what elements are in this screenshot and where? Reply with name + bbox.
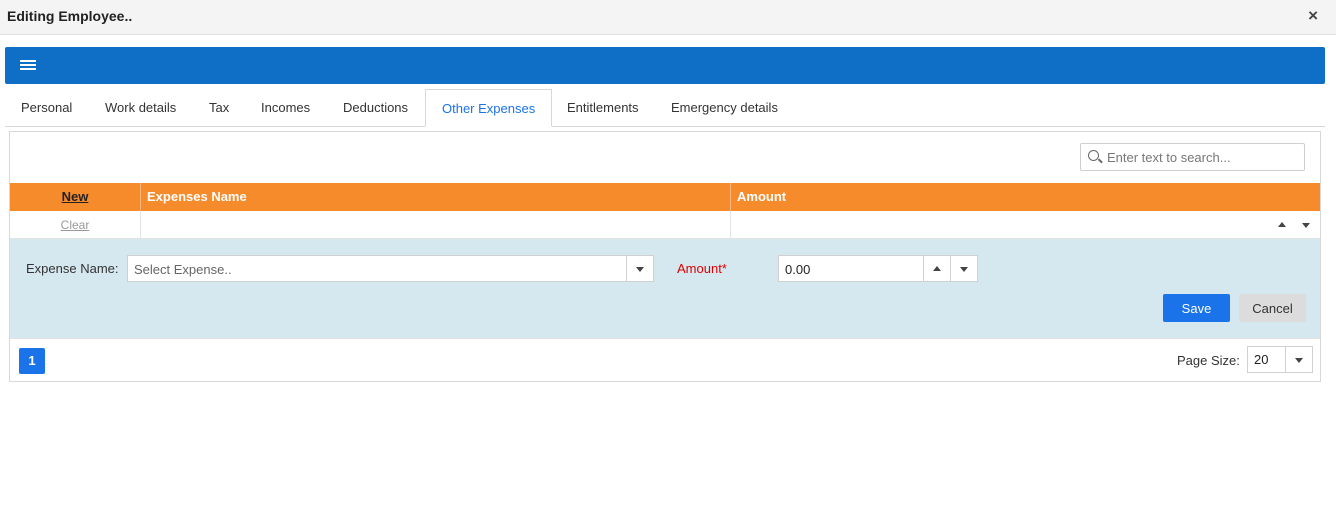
page-size-value: 20 [1254,352,1269,367]
search-input[interactable] [1107,148,1297,166]
search-box[interactable] [1080,143,1305,171]
amount-label: Amount* [677,261,727,276]
page-size-select[interactable]: 20 [1247,346,1313,373]
dialog-title: Editing Employee.. [7,8,133,24]
page-size-label: Page Size: [1177,353,1240,368]
cancel-button[interactable]: Cancel [1239,294,1306,322]
grid-filter-row: Clear [10,211,1320,239]
hamburger-menu-icon[interactable] [20,60,36,72]
edit-form-row: Expense Name: Amount* Save Cancel [10,239,1320,338]
expense-name-combobox[interactable] [127,255,654,282]
amount-input[interactable] [785,260,915,278]
tab-deductions[interactable]: Deductions [327,89,424,127]
tab-other-expenses[interactable]: Other Expenses [425,89,553,127]
chevron-up-icon [933,266,941,271]
expense-name-label: Expense Name: [26,261,119,276]
close-icon[interactable]: × [1308,7,1318,25]
amount-increment-button[interactable] [923,256,950,281]
search-icon [1088,150,1099,161]
new-row-link[interactable]: New [10,183,141,211]
tab-work-details[interactable]: Work details [89,89,192,127]
page-size-dropdown-button[interactable] [1285,347,1312,372]
save-button[interactable]: Save [1163,294,1230,322]
tab-personal[interactable]: Personal [5,89,88,127]
top-toolbar [5,47,1325,84]
grid-header-row: New Expenses Name Amount [10,183,1320,211]
tab-incomes[interactable]: Incomes [245,89,326,127]
column-header-amount[interactable]: Amount [731,183,1320,211]
tab-tax[interactable]: Tax [193,89,245,127]
chevron-down-icon [1295,358,1303,363]
clear-filter-link[interactable]: Clear [10,211,141,239]
tab-strip: Personal Work details Tax Incomes Deduct… [5,89,1325,127]
tab-emergency-details[interactable]: Emergency details [655,89,794,127]
chevron-down-icon [960,267,968,272]
chevron-down-icon [636,267,644,272]
filter-amount-increment-icon[interactable] [1278,222,1286,227]
amount-spin-editor[interactable] [778,255,978,282]
expense-name-input[interactable] [134,260,614,278]
filter-amount-decrement-icon[interactable] [1302,223,1310,228]
page-button-current[interactable]: 1 [19,348,45,374]
filter-expenses-name-cell[interactable] [141,211,731,239]
tab-entitlements[interactable]: Entitlements [551,89,655,127]
expense-dropdown-button[interactable] [626,256,653,281]
dialog-titlebar: Editing Employee.. × [0,0,1336,35]
amount-decrement-button[interactable] [950,256,977,281]
column-header-expenses-name[interactable]: Expenses Name [141,183,731,211]
grid-pager: 1 Page Size: 20 [10,338,1320,381]
expenses-grid-panel: New Expenses Name Amount Clear Expense N… [9,131,1321,382]
filter-amount-cell[interactable] [731,211,1320,239]
